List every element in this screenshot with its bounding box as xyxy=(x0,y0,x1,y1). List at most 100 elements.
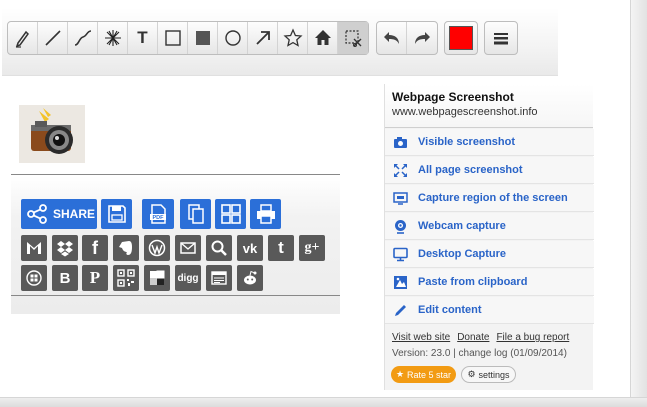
tumblr-share-button[interactable]: t xyxy=(268,235,294,261)
settings-label: settings xyxy=(478,369,510,380)
menu-webcam-capture[interactable]: Webcam capture xyxy=(385,213,594,240)
menu-label: Webcam capture xyxy=(418,220,506,232)
curve-icon xyxy=(74,30,91,46)
star-icon: ★ xyxy=(395,369,405,379)
footer-links: Visit web site Donate File a bug report xyxy=(392,332,569,343)
tool-group-history xyxy=(376,21,438,55)
app-logo xyxy=(19,105,85,163)
more-apps-button[interactable] xyxy=(215,199,246,229)
menu-label: Desktop Capture xyxy=(418,248,507,260)
googleplus-icon: g+ xyxy=(304,240,320,255)
donate-link[interactable]: Donate xyxy=(457,332,489,343)
home-icon xyxy=(314,30,331,45)
filled-rectangle-icon xyxy=(195,31,210,45)
facebook-icon: f xyxy=(92,237,98,258)
save-button[interactable] xyxy=(101,199,132,229)
redo-button[interactable] xyxy=(407,22,437,54)
qrcode-share-button[interactable] xyxy=(113,265,139,291)
facebook-share-button[interactable]: f xyxy=(82,235,108,261)
save-pdf-button[interactable]: PDF xyxy=(142,199,174,229)
webcam-icon xyxy=(395,219,406,234)
news-share-button[interactable] xyxy=(206,265,232,291)
reddit-icon xyxy=(244,270,257,285)
share-label: SHARE xyxy=(53,207,96,221)
crop-tool[interactable] xyxy=(338,22,368,54)
popup-title: Webpage Screenshot xyxy=(392,90,514,104)
arrow-tool[interactable] xyxy=(248,22,278,54)
pinterest-share-button[interactable]: P xyxy=(82,265,108,291)
menu-all-page-screenshot[interactable]: All page screenshot xyxy=(385,157,594,184)
tumblr-icon: t xyxy=(278,238,284,257)
clipboard-icon xyxy=(394,275,407,289)
menu-label: Visible screenshot xyxy=(418,136,516,148)
home-tool[interactable] xyxy=(308,22,338,54)
googleplus-share-button[interactable]: g+ xyxy=(299,235,325,261)
undo-button[interactable] xyxy=(377,22,407,54)
bug-report-link[interactable]: File a bug report xyxy=(496,332,569,343)
popup-url: www.webpagescreenshot.info xyxy=(392,106,538,118)
digg-share-button[interactable]: digg xyxy=(175,265,201,291)
menu-capture-region[interactable]: Capture region of the screen xyxy=(385,185,594,212)
version-text: Version: 23.0 | change log (01/09/2014) xyxy=(392,348,567,359)
qrcode-icon xyxy=(117,269,135,287)
reddit-share-button[interactable] xyxy=(237,265,263,291)
printer-icon xyxy=(256,204,275,224)
floppy-icon xyxy=(107,205,126,223)
wordpress-icon xyxy=(148,239,166,257)
wordpress-share-button[interactable] xyxy=(144,235,170,261)
circle-tool[interactable] xyxy=(218,22,248,54)
share-divider-top xyxy=(11,174,340,175)
blur-icon xyxy=(104,30,121,46)
star-icon xyxy=(282,28,303,47)
evernote-icon xyxy=(119,241,132,255)
vk-share-button[interactable]: vk xyxy=(237,235,263,261)
window-frame-bottom xyxy=(0,397,647,407)
email-share-button[interactable] xyxy=(175,235,201,261)
blur-tool[interactable] xyxy=(98,22,128,54)
text-tool[interactable]: T xyxy=(128,22,158,54)
rate-button[interactable]: ★ Rate 5 star xyxy=(391,366,456,383)
share-button[interactable]: SHARE xyxy=(21,199,97,229)
star-tool[interactable] xyxy=(278,22,308,54)
evernote-share-button[interactable] xyxy=(113,235,139,261)
rectangle-tool[interactable] xyxy=(158,22,188,54)
pdf-icon: PDF xyxy=(150,204,166,224)
menu-edit-content[interactable]: Edit content xyxy=(385,297,594,324)
gmail-share-button[interactable] xyxy=(21,235,47,261)
digg-icon: digg xyxy=(177,272,199,284)
menu-lines-icon xyxy=(494,33,508,45)
expand-icon xyxy=(394,163,407,177)
line-tool[interactable] xyxy=(38,22,68,54)
print-button[interactable] xyxy=(250,199,281,229)
delicious-share-button[interactable] xyxy=(144,265,170,291)
color-picker-button[interactable] xyxy=(444,21,478,55)
menu-visible-screenshot[interactable]: Visible screenshot xyxy=(385,129,594,156)
windows-share-button[interactable] xyxy=(21,265,47,291)
text-tool-label: T xyxy=(137,28,148,47)
copy-button[interactable] xyxy=(180,199,211,229)
pencil-tool[interactable] xyxy=(8,22,38,54)
menu-paste-clipboard[interactable]: Paste from clipboard xyxy=(385,269,594,296)
blogger-share-button[interactable]: B xyxy=(52,265,78,291)
pinterest-icon: P xyxy=(89,268,101,287)
news-icon xyxy=(211,271,227,285)
line-width-button[interactable] xyxy=(484,21,518,55)
curve-tool[interactable] xyxy=(68,22,98,54)
settings-button[interactable]: ⚙ settings xyxy=(461,366,516,383)
pencil-icon xyxy=(395,304,406,316)
search-share-button[interactable] xyxy=(206,235,232,261)
gmail-icon xyxy=(27,242,41,254)
redo-icon xyxy=(415,32,430,44)
dropbox-share-button[interactable] xyxy=(52,235,78,261)
search-icon xyxy=(211,240,227,256)
visit-website-link[interactable]: Visit web site xyxy=(392,332,450,343)
region-icon xyxy=(393,191,408,205)
rectangle-icon xyxy=(164,30,181,46)
drawing-toolbar: T xyxy=(2,8,558,76)
circle-icon xyxy=(224,30,241,46)
line-icon xyxy=(44,30,61,46)
camera-logo-icon xyxy=(31,108,73,154)
blogger-icon: B xyxy=(59,269,71,287)
filled-rectangle-tool[interactable] xyxy=(188,22,218,54)
menu-desktop-capture[interactable]: Desktop Capture xyxy=(385,241,594,268)
